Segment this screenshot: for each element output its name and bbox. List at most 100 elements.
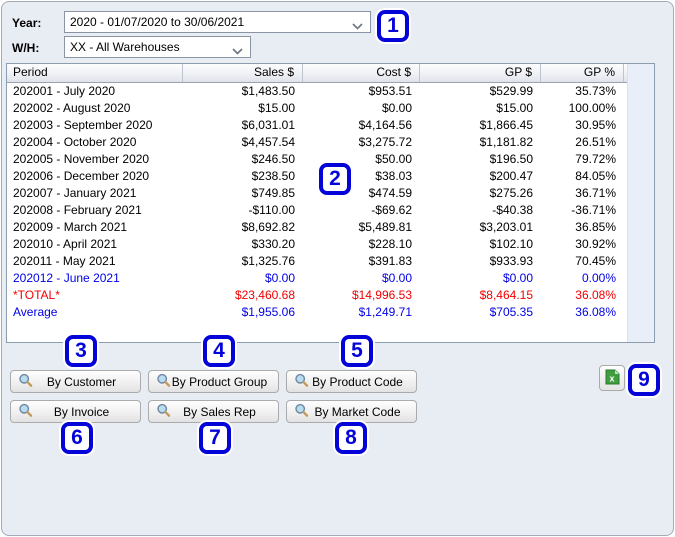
chevron-down-icon	[232, 44, 243, 58]
cell-cost: $953.51	[368, 84, 412, 98]
cell-cost: $1,249.71	[358, 305, 412, 319]
table-body: 202001 - July 2020 $1,483.50 $953.51 $529.9…	[7, 83, 654, 321]
cell-period: 202006 - December 2020	[13, 169, 150, 183]
table-row[interactable]: 202002 - August 2020 $15.00 $0.00 $15.00 100…	[7, 100, 654, 117]
cell-period: 202002 - August 2020	[13, 101, 131, 115]
cell-gp_pct: 79.72%	[575, 152, 616, 166]
cell-gp: $196.50	[489, 152, 533, 166]
table-row[interactable]: Average $1,955.06 $1,249.71 $705.35 36.08%	[7, 304, 654, 321]
cell-gp_pct: -36.71%	[571, 203, 616, 217]
by-market-code-button[interactable]: By Market Code	[286, 400, 417, 423]
warehouse-label: W/H:	[12, 41, 40, 55]
cell-period: 202005 - November 2020	[13, 152, 150, 166]
cell-sales: $15.00	[258, 101, 295, 115]
cell-gp: $200.47	[489, 169, 533, 183]
sales-by-period-table: Period Sales $ Cost $ GP $ GP % 202001 -…	[6, 63, 655, 343]
table-header-row: Period Sales $ Cost $ GP $ GP %	[7, 64, 654, 83]
chevron-down-icon	[352, 19, 363, 33]
column-header-cost[interactable]: Cost $	[303, 64, 420, 82]
cell-sales: $749.85	[251, 186, 295, 200]
button-label: By Invoice	[53, 404, 110, 419]
table-row[interactable]: 202011 - May 2021 $1,325.76 $391.83 $933.93…	[7, 253, 654, 270]
year-dropdown-value: 2020 - 01/07/2020 to 30/06/2021	[70, 15, 245, 29]
callout-1: 1	[377, 10, 409, 42]
cell-gp_pct: 70.45%	[575, 254, 616, 268]
cell-gp_pct: 26.51%	[575, 135, 616, 149]
cell-sales: $6,031.01	[241, 118, 295, 132]
table-row[interactable]: 202010 - April 2021 $330.20 $228.10 $102.10…	[7, 236, 654, 253]
cell-cost: $228.10	[368, 237, 412, 251]
cell-gp_pct: 36.85%	[575, 220, 616, 234]
table-row[interactable]: *TOTAL* $23,460.68 $14,996.53 $8,464.15 36.0…	[7, 287, 654, 304]
warehouse-dropdown[interactable]: XX - All Warehouses	[64, 36, 251, 58]
main-panel: Year: 2020 - 01/07/2020 to 30/06/2021 W/…	[1, 1, 674, 536]
by-sales-rep-button[interactable]: By Sales Rep	[148, 400, 279, 423]
export-to-excel-button[interactable]: x	[599, 365, 625, 391]
cell-period: 202008 - February 2021	[13, 203, 142, 217]
button-label: By Product Group	[171, 374, 268, 389]
column-header-gp-pct[interactable]: GP %	[541, 64, 624, 82]
table-row[interactable]: 202009 - March 2021 $8,692.82 $5,489.81 $3,…	[7, 219, 654, 236]
cell-gp: $15.00	[496, 101, 533, 115]
cell-gp_pct: 36.08%	[575, 288, 616, 302]
cell-gp_pct: 36.08%	[575, 305, 616, 319]
cell-gp_pct: 0.00%	[581, 271, 616, 285]
cell-gp_pct: 30.92%	[575, 237, 616, 251]
callout-5: 5	[341, 335, 373, 367]
cell-sales: $4,457.54	[241, 135, 295, 149]
cell-gp: $3,203.01	[479, 220, 533, 234]
cell-gp: $933.93	[489, 254, 533, 268]
cell-period: 202010 - April 2021	[13, 237, 118, 251]
by-customer-button[interactable]: By Customer	[10, 370, 141, 393]
cell-sales: $330.20	[251, 237, 295, 251]
table-row[interactable]: 202008 - February 2021 -$110.00 -$69.62 -$4…	[7, 202, 654, 219]
cell-cost: $14,996.53	[351, 288, 412, 302]
cell-cost: $391.83	[368, 254, 412, 268]
cell-gp: $275.26	[489, 186, 533, 200]
cell-sales: -$110.00	[248, 203, 295, 217]
cell-gp: $1,866.45	[479, 118, 533, 132]
button-label: By Sales Rep	[183, 404, 256, 419]
callout-4: 4	[203, 335, 235, 367]
column-header-sales[interactable]: Sales $	[183, 64, 303, 82]
button-label: By Customer	[46, 374, 117, 389]
table-row[interactable]: 202012 - June 2021 $0.00 $0.00 $0.00 0.00%	[7, 270, 654, 287]
by-invoice-button[interactable]: By Invoice	[10, 400, 141, 423]
year-label: Year:	[12, 16, 42, 30]
cell-sales: $0.00	[264, 271, 295, 285]
sales-by-period-screen: { "filters": { "year": { "label": "Year:…	[0, 0, 675, 537]
magnifier-icon	[156, 403, 171, 421]
by-product-code-button[interactable]: By Product Code	[286, 370, 417, 393]
cell-gp: $1,181.82	[479, 135, 533, 149]
warehouse-dropdown-value: XX - All Warehouses	[70, 40, 180, 54]
table-row[interactable]: 202001 - July 2020 $1,483.50 $953.51 $529.9…	[7, 83, 654, 100]
cell-cost: $3,275.72	[358, 135, 412, 149]
callout-8: 8	[335, 422, 367, 454]
table-row[interactable]: 202004 - October 2020 $4,457.54 $3,275.72 $…	[7, 134, 654, 151]
cell-period: 202011 - May 2021	[13, 254, 116, 268]
cell-cost: $0.00	[381, 271, 412, 285]
column-header-period[interactable]: Period	[7, 64, 183, 82]
cell-gp_pct: 84.05%	[575, 169, 616, 183]
cell-period: *TOTAL*	[13, 288, 60, 302]
cell-gp_pct: 35.73%	[575, 84, 616, 98]
callout-3: 3	[65, 335, 97, 367]
table-row[interactable]: 202003 - September 2020 $6,031.01 $4,164.5…	[7, 117, 654, 134]
cell-sales: $246.50	[251, 152, 295, 166]
cell-gp: $529.99	[489, 84, 533, 98]
cell-gp: $0.00	[502, 271, 533, 285]
year-dropdown[interactable]: 2020 - 01/07/2020 to 30/06/2021	[64, 11, 371, 33]
excel-icon: x	[605, 369, 620, 388]
magnifier-icon	[18, 403, 33, 421]
column-header-gp[interactable]: GP $	[420, 64, 541, 82]
magnifier-icon	[156, 373, 171, 391]
vertical-scrollbar[interactable]	[627, 64, 654, 342]
cell-gp_pct: 36.71%	[575, 186, 616, 200]
by-product-group-button[interactable]: By Product Group	[148, 370, 279, 393]
cell-cost: -$69.62	[371, 203, 412, 217]
cell-sales: $1,325.76	[241, 254, 295, 268]
button-label: By Market Code	[314, 404, 401, 419]
cell-sales: $1,955.06	[241, 305, 295, 319]
cell-period: 202001 - July 2020	[13, 84, 116, 98]
cell-sales: $238.50	[251, 169, 295, 183]
